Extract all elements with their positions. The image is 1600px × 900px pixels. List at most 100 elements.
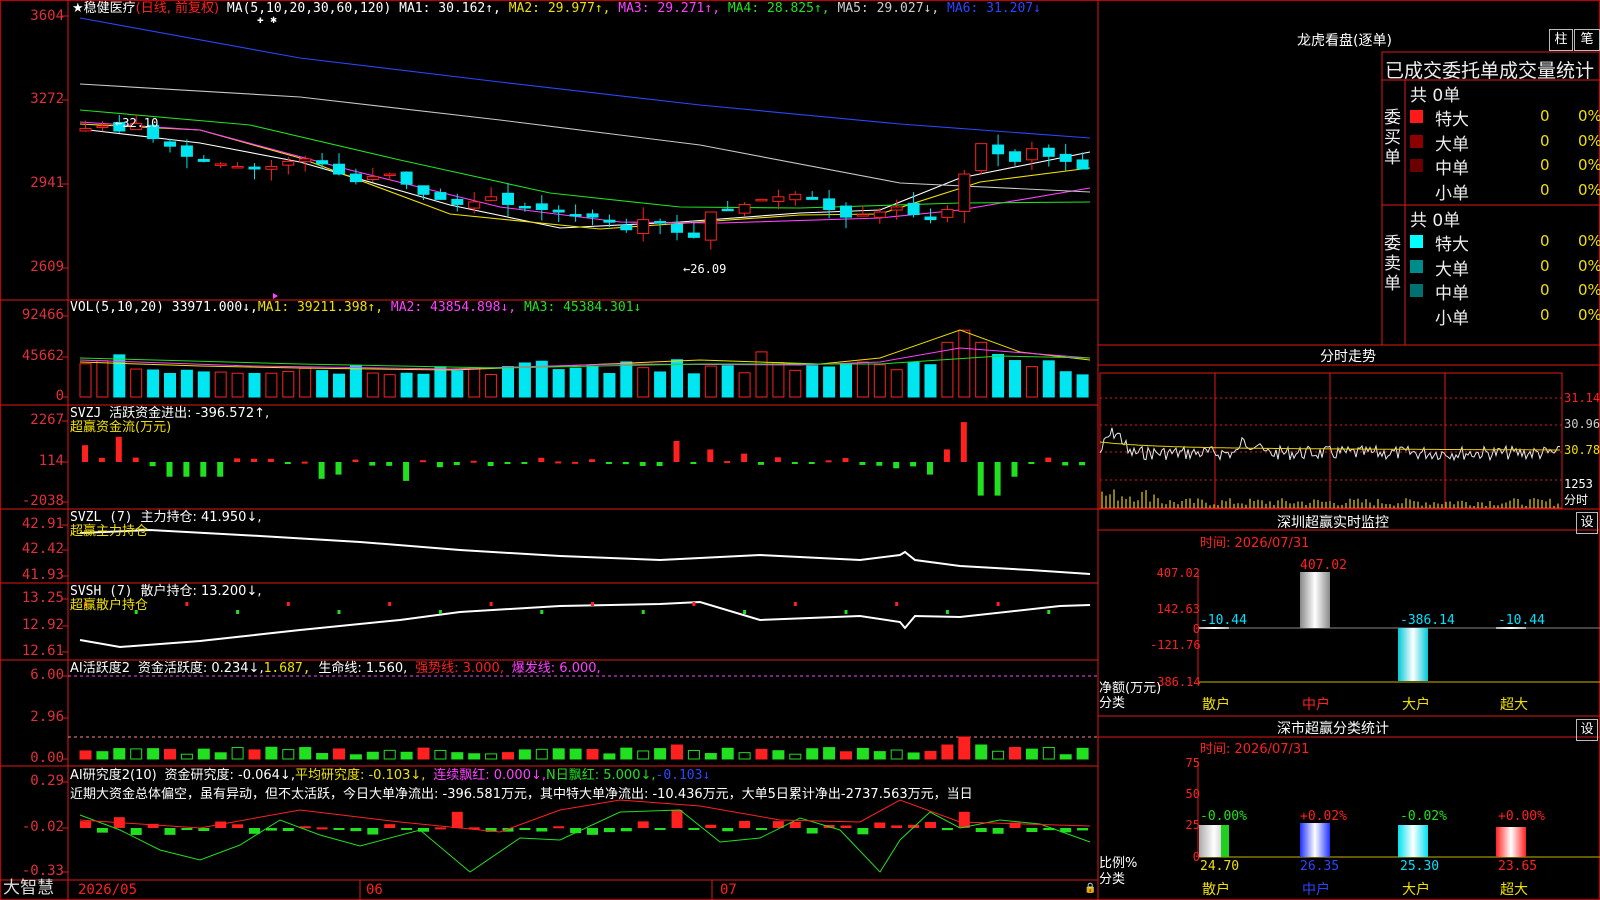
- research-line: [79, 809, 1091, 873]
- activity-bar: [535, 748, 548, 760]
- class-category-name: 大户: [1402, 882, 1430, 898]
- fund-flow-bar: [859, 462, 866, 465]
- sell-count: 0: [1540, 306, 1550, 325]
- ai2-header: AI研究度2(10) 资金研究度: -0.064↓,平均研究度: -0.103↓…: [70, 768, 710, 783]
- activity-bar: [316, 753, 329, 760]
- activity-bar: [873, 751, 886, 760]
- activity-bar: [231, 747, 244, 760]
- activity-bar: [789, 753, 802, 760]
- candle: [907, 202, 920, 216]
- fund-flow-bar: [808, 462, 815, 464]
- sz-category-name: 大户: [1402, 697, 1430, 713]
- volume-bar: [502, 366, 514, 398]
- buy-order-label: 委买单: [1384, 108, 1401, 168]
- fund-flow-bar: [673, 441, 680, 462]
- fund-flow-bar: [538, 457, 545, 462]
- candle: [485, 196, 498, 201]
- ai1-label: AI活跃度2: [70, 661, 130, 676]
- ma3-value: MA3: 29.271↑,: [618, 1, 721, 16]
- vol-ma1: MA1: 39211.398↑,: [257, 300, 384, 315]
- vol-value: 33971.000↓,: [171, 300, 258, 315]
- candle: [603, 219, 616, 223]
- volume-bar: [569, 367, 582, 398]
- activity-bar: [941, 744, 954, 760]
- fund-flow-bar: [453, 462, 460, 466]
- fund-flow-bar: [386, 462, 393, 466]
- retail-tick: [1047, 610, 1051, 614]
- volume-bar: [823, 366, 836, 398]
- class-bar-change: [1221, 825, 1229, 857]
- fund-flow-bar: [842, 458, 849, 462]
- intraday-frame: [1099, 372, 1563, 509]
- candle: [451, 198, 464, 205]
- low-price-note: ←26.09: [683, 262, 727, 276]
- activity-bar: [417, 747, 430, 760]
- research-bar: [282, 828, 294, 832]
- activity-bar: [687, 749, 700, 760]
- volume-bar: [704, 365, 717, 398]
- volume-bar: [96, 360, 109, 398]
- research-bar: [536, 828, 548, 832]
- lock-icon[interactable]: 🔒: [1084, 882, 1096, 896]
- candle: [248, 166, 261, 170]
- sell-swatch: [1410, 309, 1423, 323]
- ma-line: [79, 109, 1091, 209]
- favorite-star-icon[interactable]: ★: [72, 1, 84, 16]
- volume-bar: [924, 364, 937, 398]
- sell-swatch: [1410, 259, 1423, 273]
- candle: [789, 193, 802, 201]
- sz-monitor-settings-button[interactable]: 设: [1576, 512, 1598, 534]
- svsh-label: SVSH (7): [70, 584, 133, 599]
- chart-canvas[interactable]: [0, 0, 1600, 900]
- ai1-axis-label: 2.96: [30, 709, 64, 725]
- tab-bar-view[interactable]: 柱: [1549, 29, 1573, 51]
- fund-flow-bar: [217, 462, 224, 477]
- fund-flow-bar: [403, 462, 410, 481]
- ai1-burst: 爆发线: 6.000,: [511, 661, 601, 676]
- fund-flow-bar: [994, 462, 1001, 496]
- tab-tick-view[interactable]: 笔: [1574, 29, 1600, 51]
- fund-flow-bar: [504, 462, 511, 464]
- svzj-label: SVZJ: [70, 406, 102, 421]
- candle: [941, 208, 954, 218]
- activity-bar: [434, 749, 447, 760]
- activity-bar: [299, 747, 312, 760]
- buy-pct: 0%: [1578, 107, 1600, 125]
- activity-bar: [79, 750, 92, 760]
- vol-axis-label: 92466: [21, 307, 64, 323]
- activity-bar: [518, 749, 531, 760]
- fund-flow-bar: [1079, 462, 1086, 466]
- fund-flow-bar: [132, 457, 139, 462]
- volume-bar: [197, 371, 210, 398]
- class-stats-settings-button[interactable]: 设: [1576, 719, 1598, 741]
- fund-flow-bar: [893, 462, 900, 469]
- sell-swatch: [1410, 284, 1423, 298]
- candle: [231, 165, 244, 169]
- class-category-name: 超大: [1500, 882, 1528, 898]
- activity-bar: [755, 748, 768, 760]
- research-bar: [941, 828, 953, 831]
- class-stats-title: 深市超赢分类统计: [1277, 721, 1389, 737]
- fund-flow-bar: [876, 462, 883, 466]
- candle: [890, 206, 903, 211]
- retail-tick: [895, 602, 899, 606]
- volume-bar: [654, 371, 667, 398]
- svzl-axis-label: 41.93: [21, 567, 64, 583]
- activity-bar: [603, 753, 616, 760]
- buy-total: 共 0单: [1410, 86, 1461, 106]
- candle: [687, 232, 700, 238]
- research-bar: [637, 821, 649, 828]
- price-axis-label: 2941: [30, 175, 64, 191]
- research-bar: [519, 828, 531, 830]
- activity-bar: [840, 751, 852, 760]
- intraday-volume-label: 1253: [1564, 477, 1593, 491]
- ma-line: [79, 123, 1091, 230]
- candle: [214, 163, 227, 166]
- activity-bar: [654, 748, 667, 760]
- retail-tick: [844, 610, 848, 614]
- fund-flow-bar: [487, 462, 494, 466]
- sz-category-name: 散户: [1202, 697, 1230, 713]
- drawing-marks-icon[interactable]: ✚ ✱: [257, 13, 277, 27]
- volume-bar: [890, 369, 903, 398]
- fund-flow-bar: [369, 462, 376, 466]
